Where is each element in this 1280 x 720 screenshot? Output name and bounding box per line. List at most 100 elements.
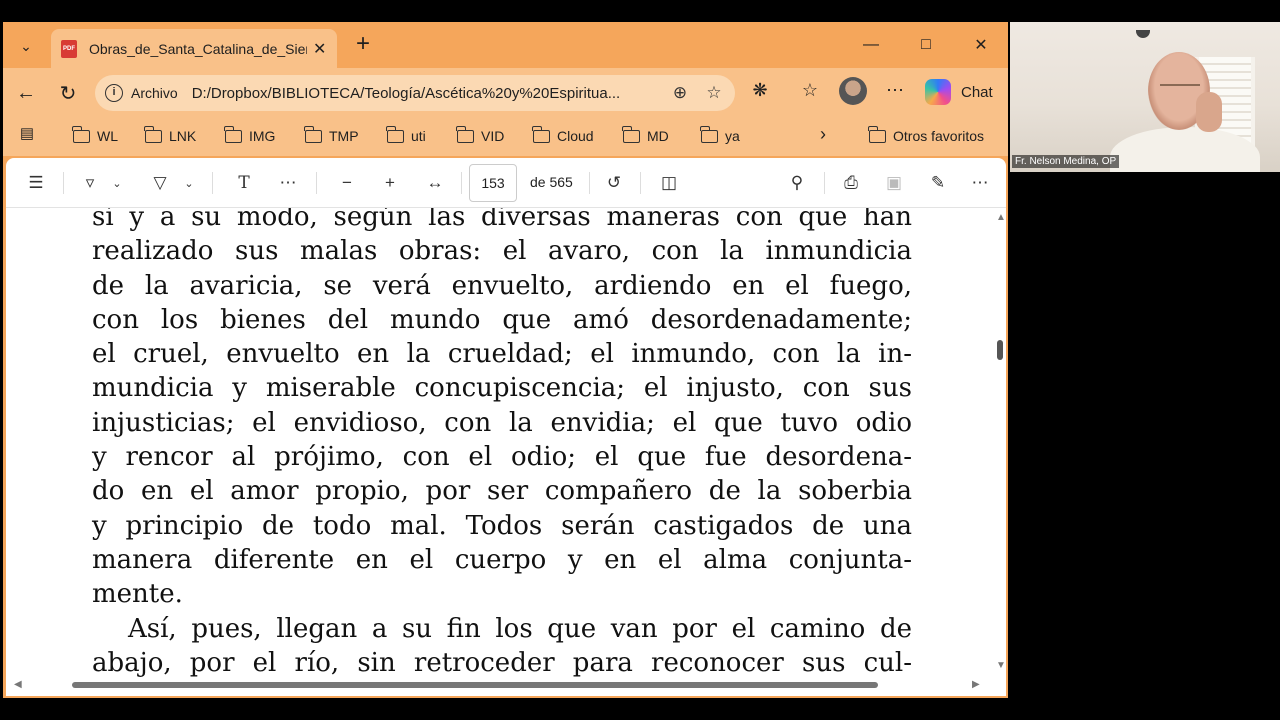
- text-line: el cruel, envuelto en la crueldad; el in…: [92, 339, 912, 370]
- tab-actions-chevron-icon[interactable]: ⌄: [9, 32, 43, 60]
- zoom-in-icon[interactable]: +: [378, 171, 402, 195]
- horizontal-scroll-thumb[interactable]: [72, 682, 878, 688]
- folder-icon: [700, 125, 718, 143]
- favorite-folder-cloud[interactable]: Cloud: [532, 125, 594, 147]
- maximize-icon[interactable]: □: [903, 30, 949, 60]
- toolbar-divider: [212, 172, 213, 194]
- more-tools-icon[interactable]: ⋯: [276, 171, 300, 195]
- text-line: abajo, por el río, sin retroceder para r…: [92, 647, 912, 678]
- favorites-icon[interactable]: ☆: [798, 80, 822, 104]
- text-line: do en el amor propio, por ser compañero …: [92, 476, 912, 507]
- webcam-video: Fr. Nelson Medina, OP: [1010, 22, 1280, 172]
- table-of-contents-icon[interactable]: ☰: [24, 171, 48, 195]
- more-menu-icon[interactable]: ⋯: [883, 80, 907, 104]
- scroll-right-arrow-icon[interactable]: ▶: [972, 679, 980, 690]
- close-window-icon[interactable]: ✕: [958, 30, 1004, 60]
- page-view-icon[interactable]: ◫: [657, 171, 681, 195]
- tab-active[interactable]: PDF Obras_de_Santa_Catalina_de_Siena ✕: [51, 29, 337, 68]
- other-favorites-folder[interactable]: Otros favoritos: [868, 125, 984, 147]
- scroll-left-arrow-icon[interactable]: ◀: [14, 679, 22, 690]
- save-as-icon[interactable]: ✎: [926, 171, 950, 195]
- text-line: manera diferente en el cuerpo y en el al…: [92, 544, 912, 575]
- collections-icon[interactable]: ▤: [15, 124, 39, 148]
- toolbar-divider: [63, 172, 64, 194]
- text-line: de la avaricia, se verá envuelto, ardien…: [92, 270, 912, 301]
- copilot-label: Chat: [961, 83, 993, 101]
- toolbar-divider: [824, 172, 825, 194]
- extensions-puzzle-icon[interactable]: ❋: [748, 80, 772, 104]
- folder-icon: [386, 125, 404, 143]
- favorite-folder-tmp[interactable]: TMP: [304, 125, 359, 147]
- folder-icon: [144, 125, 162, 143]
- horizontal-scrollbar[interactable]: ◀ ▶: [6, 678, 994, 692]
- favorite-label: ya: [725, 128, 740, 144]
- favorite-star-icon[interactable]: ☆: [703, 83, 725, 105]
- pdf-more-icon[interactable]: ⋯: [968, 171, 992, 195]
- highlight-dropdown-chevron-icon[interactable]: ⌄: [110, 171, 124, 195]
- scroll-up-arrow-icon[interactable]: ▲: [996, 212, 1006, 223]
- vertical-scroll-thumb[interactable]: [997, 340, 1003, 360]
- favorite-folder-img[interactable]: IMG: [224, 125, 276, 147]
- favorite-folder-ya[interactable]: ya: [700, 125, 740, 147]
- vertical-scrollbar[interactable]: ▲ ▼: [994, 208, 1006, 671]
- favorite-folder-lnk[interactable]: LNK: [144, 125, 196, 147]
- text-line: mente.: [92, 579, 183, 610]
- rotate-icon[interactable]: ↺: [602, 171, 626, 195]
- text-line: sí y a su modo, según las diversas maner…: [92, 208, 912, 232]
- address-toolbar: ← ↻ i Archivo D:/Dropbox/BIBLIOTECA/Teol…: [3, 68, 1008, 116]
- scroll-down-arrow-icon[interactable]: ▼: [996, 660, 1006, 671]
- minimize-icon[interactable]: —: [848, 30, 894, 60]
- favorite-label: WL: [97, 128, 118, 144]
- profile-avatar[interactable]: [839, 77, 867, 105]
- toolbar-divider: [461, 172, 462, 194]
- copilot-chat-button[interactable]: Chat: [925, 76, 1005, 108]
- person-glasses: [1160, 84, 1200, 92]
- search-icon[interactable]: ⚲: [785, 171, 809, 195]
- toolbar-divider: [589, 172, 590, 194]
- save-icon[interactable]: ▣: [882, 171, 906, 195]
- fit-to-width-icon[interactable]: ↔: [422, 171, 448, 195]
- text-line: injusticias; el envidioso, con la envidi…: [92, 407, 912, 438]
- favorite-folder-wl[interactable]: WL: [72, 125, 118, 147]
- participant-name: Fr. Nelson Medina, OP: [1012, 155, 1120, 168]
- pdf-toolbar: ☰ ▿ ⌄ ▽ ⌄ T ⋯ − + ↔ 153 de 565 ↺ ◫ ⚲ ⎙ ▣…: [6, 158, 1006, 208]
- pdf-page-text: sí y a su modo, según las diversas maner…: [92, 208, 912, 680]
- zoom-icon[interactable]: ⊕: [669, 83, 691, 105]
- draw-dropdown-chevron-icon[interactable]: ⌄: [182, 171, 196, 195]
- tab-close-icon[interactable]: ✕: [313, 39, 326, 59]
- text-line: mundicia y miserable concupiscencia; el …: [92, 373, 912, 404]
- toolbar-divider: [316, 172, 317, 194]
- page-total-label: de 565: [530, 174, 573, 190]
- folder-icon: [224, 125, 242, 143]
- page-number-input[interactable]: 153: [469, 164, 517, 202]
- text-line: realizado sus malas obras: el avaro, con…: [92, 236, 912, 267]
- draw-icon[interactable]: ▽: [148, 171, 172, 195]
- favorite-folder-md[interactable]: MD: [622, 125, 669, 147]
- tab-title: Obras_de_Santa_Catalina_de_Siena: [89, 40, 307, 57]
- folder-icon: [868, 125, 886, 143]
- favorite-label: MD: [647, 128, 669, 144]
- highlight-icon[interactable]: ▿: [78, 171, 102, 195]
- favorite-label: IMG: [249, 128, 276, 144]
- zoom-out-icon[interactable]: −: [335, 171, 359, 195]
- back-arrow-icon[interactable]: ←: [11, 78, 41, 108]
- copilot-icon: [925, 79, 951, 105]
- pdf-viewer[interactable]: sí y a su modo, según las diversas maner…: [6, 208, 1006, 696]
- info-icon[interactable]: i: [105, 84, 123, 102]
- address-bar[interactable]: i Archivo D:/Dropbox/BIBLIOTECA/Teología…: [95, 75, 735, 111]
- address-url[interactable]: D:/Dropbox/BIBLIOTECA/Teología/Ascética%…: [192, 85, 662, 102]
- add-text-icon[interactable]: T: [232, 171, 256, 195]
- favorite-label: Cloud: [557, 128, 594, 144]
- refresh-icon[interactable]: ↻: [53, 78, 83, 108]
- favorite-folder-uti[interactable]: uti: [386, 125, 426, 147]
- new-tab-plus-icon[interactable]: +: [349, 32, 377, 60]
- browser-window: ⌄ PDF Obras_de_Santa_Catalina_de_Siena ✕…: [3, 22, 1008, 698]
- folder-icon: [304, 125, 322, 143]
- print-icon[interactable]: ⎙: [839, 171, 863, 195]
- folder-icon: [622, 125, 640, 143]
- pdf-file-icon: PDF: [61, 39, 77, 58]
- text-line: y rencor al prójimo, con el odio; el que…: [92, 442, 912, 473]
- folder-icon: [72, 125, 90, 143]
- favorites-overflow-chevron-icon[interactable]: ›: [811, 124, 835, 148]
- favorite-folder-vid[interactable]: VID: [456, 125, 504, 147]
